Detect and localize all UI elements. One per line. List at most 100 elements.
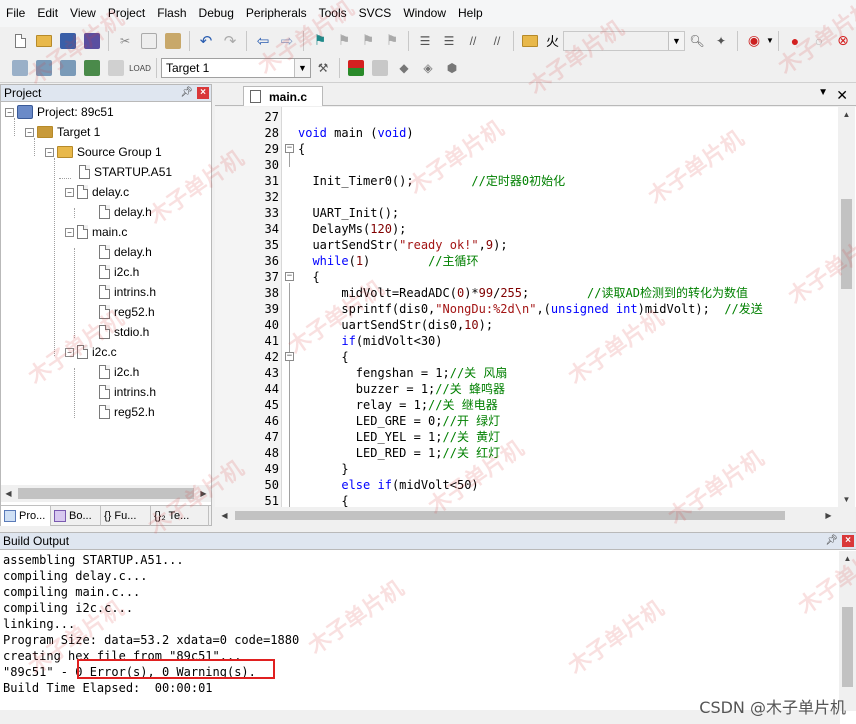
indent-button[interactable]: ☰ (414, 30, 436, 52)
menu-svcs[interactable]: SVCS (353, 0, 398, 27)
scrollbar-thumb[interactable] (18, 488, 194, 499)
tree-item-i2c-h[interactable]: i2c.h (99, 262, 139, 282)
code-line[interactable]: 36 while(1) //主循环 (215, 253, 835, 269)
collapse-icon[interactable]: − (25, 127, 34, 137)
target-select[interactable]: Target 1 ▼ (161, 58, 311, 78)
enable-breakpoint-button[interactable]: ○ (808, 30, 830, 52)
menu-flash[interactable]: Flash (151, 0, 192, 27)
code-line[interactable]: 43 fengshan = 1;//关 风扇 (215, 365, 835, 381)
scroll-down-icon[interactable]: ▼ (839, 492, 854, 507)
find-text[interactable]: 火 (546, 31, 559, 50)
code-line[interactable]: 33 UART_Init(); (215, 205, 835, 221)
menu-file[interactable]: File (0, 0, 31, 27)
comment-button[interactable]: // (462, 30, 484, 52)
code-line[interactable]: 32 (215, 189, 835, 205)
code-line[interactable]: 39 sprintf(dis0,"NongDu:%2d\n",(unsigned… (215, 301, 835, 317)
incremental-find-button[interactable]: ✦ (710, 30, 732, 52)
code-line[interactable]: 37− { (215, 269, 835, 285)
close-icon[interactable]: × (197, 87, 209, 99)
select-packs-button[interactable]: ◆ (393, 57, 415, 79)
save-all-button[interactable] (81, 30, 103, 52)
code-line[interactable]: 45 relay = 1;//关 继电器 (215, 397, 835, 413)
nav-back-button[interactable]: ⇦ (252, 30, 274, 52)
fold-collapse-icon[interactable]: − (285, 272, 294, 281)
find-in-files-button[interactable] (519, 30, 541, 52)
tree-item-source-group[interactable]: − Source Group 1 (45, 142, 162, 162)
code-line[interactable]: 44 buzzer = 1;//关 蜂鸣器 (215, 381, 835, 397)
fold-collapse-icon[interactable]: − (285, 144, 294, 153)
tree-item-main-c[interactable]: − main.c (65, 222, 127, 242)
scroll-left-icon[interactable]: ◀ (217, 508, 232, 523)
redo-button[interactable]: ↷ (219, 30, 241, 52)
menu-window[interactable]: Window (397, 0, 452, 27)
find-combo[interactable]: ▼ (563, 30, 686, 51)
menu-view[interactable]: View (64, 0, 102, 27)
code-editor[interactable]: 27 28 void main (void) 29−{30 31 Init_Timer0… (215, 107, 856, 507)
manage-project-button[interactable] (345, 57, 367, 79)
collapse-icon[interactable]: − (65, 347, 74, 357)
close-icon[interactable]: × (842, 535, 854, 547)
open-button[interactable] (33, 30, 55, 52)
code-line[interactable]: 49 } (215, 461, 835, 477)
project-horizontal-scrollbar[interactable]: ◀ ▶ (1, 485, 211, 502)
tree-item-stdio-h[interactable]: stdio.h (99, 322, 149, 342)
undo-button[interactable]: ↶ (195, 30, 217, 52)
code-line[interactable]: 27 (215, 109, 835, 125)
code-line[interactable]: 38 midVolt=ReadADC(0)*99/255; //读取AD检测到的… (215, 285, 835, 301)
scroll-right-icon[interactable]: ▶ (196, 486, 211, 501)
tree-item-target[interactable]: − Target 1 (25, 122, 100, 142)
pin-icon[interactable]: 📌︎ (825, 535, 838, 546)
tree-item-intrins-h[interactable]: intrins.h (99, 382, 156, 402)
code-line[interactable]: 42− { (215, 349, 835, 365)
code-line[interactable]: 31 Init_Timer0(); //定时器0初始化 (215, 173, 835, 189)
batch-build-button[interactable] (81, 57, 103, 79)
code-line[interactable]: 48 LED_RED = 1;//关 红灯 (215, 445, 835, 461)
tree-item-startup-a51[interactable]: STARTUP.A51 (79, 162, 172, 182)
pack-installer-button[interactable]: ◈ (417, 57, 439, 79)
tree-item-delay-c[interactable]: − delay.c (65, 182, 129, 202)
bookmark-next-button[interactable]: ⚑ (357, 30, 379, 52)
stop-build-button[interactable] (105, 57, 127, 79)
pin-icon[interactable]: 📌︎ (180, 87, 193, 98)
tree-item-project[interactable]: − Project: 89c51 (5, 102, 114, 122)
tree-item-reg52-h[interactable]: reg52.h (99, 402, 155, 422)
collapse-icon[interactable]: − (45, 147, 54, 157)
editor-vertical-scrollbar[interactable]: ▲ ▼ (838, 107, 855, 507)
scroll-right-icon[interactable]: ▶ (821, 508, 836, 523)
code-line[interactable]: 28 void main (void) (215, 125, 835, 141)
code-line[interactable]: 34 DelayMs(120); (215, 221, 835, 237)
scroll-up-icon[interactable]: ▲ (839, 107, 854, 122)
scrollbar-thumb[interactable] (841, 199, 852, 289)
chevron-down-icon[interactable]: ▼ (818, 87, 828, 98)
code-line[interactable]: 41 if(midVolt<30) (215, 333, 835, 349)
unindent-button[interactable]: ☰ (438, 30, 460, 52)
save-button[interactable] (57, 30, 79, 52)
tab-templates[interactable]: {}₂ Te... (151, 506, 209, 526)
scroll-left-icon[interactable]: ◀ (1, 486, 16, 501)
rebuild-button[interactable] (57, 57, 79, 79)
insert-breakpoint-button[interactable]: ● (784, 30, 806, 52)
scroll-up-icon[interactable]: ▲ (840, 551, 855, 566)
menu-help[interactable]: Help (452, 0, 489, 27)
editor-horizontal-scrollbar[interactable]: ◀ ▶ (215, 507, 856, 524)
scrollbar-thumb[interactable] (842, 607, 853, 687)
chevron-down-icon[interactable]: ▼ (668, 31, 685, 50)
menu-peripherals[interactable]: Peripherals (240, 0, 313, 27)
collapse-icon[interactable]: − (65, 227, 74, 237)
menu-project[interactable]: Project (102, 0, 151, 27)
build-vertical-scrollbar[interactable]: ▲ (839, 551, 856, 711)
new-file-button[interactable] (9, 30, 31, 52)
menu-edit[interactable]: Edit (31, 0, 64, 27)
code-line[interactable]: 40 uartSendStr(dis0,10); (215, 317, 835, 333)
build-button[interactable] (33, 57, 55, 79)
paste-button[interactable] (162, 30, 184, 52)
collapse-icon[interactable]: − (5, 107, 14, 117)
scrollbar-thumb[interactable] (235, 511, 785, 520)
code-line[interactable]: 51 { (215, 493, 835, 507)
tree-item-delay-h[interactable]: delay.h (99, 242, 152, 262)
uncomment-button[interactable]: // (486, 30, 508, 52)
debug-dropdown-icon[interactable]: ▼ (766, 36, 774, 45)
collapse-icon[interactable]: − (65, 187, 74, 197)
nav-forward-button[interactable]: ⇨ (276, 30, 298, 52)
bookmark-clear-button[interactable]: ⚑ (381, 30, 403, 52)
